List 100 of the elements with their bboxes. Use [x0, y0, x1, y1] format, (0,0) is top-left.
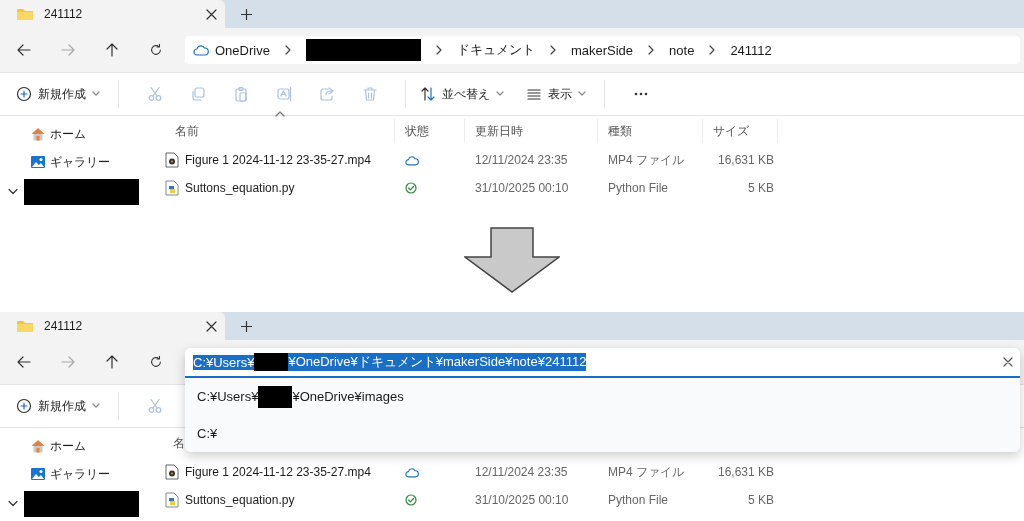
type-text: MP4 ファイル: [608, 464, 684, 479]
chevron-right-icon: [647, 45, 656, 55]
share-icon: [318, 86, 335, 102]
cloud-icon: [405, 154, 419, 166]
chevron-right-icon: [434, 45, 443, 55]
window-tab[interactable]: 241112: [0, 312, 225, 340]
check-circle-icon: [405, 182, 417, 194]
close-icon: [1002, 356, 1014, 368]
folder-icon: [16, 7, 34, 21]
date-text: 31/10/2025 00:10: [475, 493, 569, 507]
redaction-bar: [254, 353, 289, 371]
type-text: Python File: [608, 493, 669, 507]
back-arrow-icon: [16, 354, 32, 370]
clipboard-icon: [232, 86, 249, 102]
video-file-icon: [165, 464, 179, 480]
size-text: 16,631 KB: [717, 153, 774, 167]
trash-icon: [361, 86, 378, 102]
cloud-icon: [193, 44, 209, 56]
type-text: MP4 ファイル: [608, 152, 684, 167]
breadcrumb-item[interactable]: 241112: [730, 42, 772, 58]
forward-arrow-icon: [60, 354, 76, 370]
plus-icon: [240, 8, 252, 20]
check-circle-icon: [405, 494, 417, 506]
plus-icon: [240, 320, 252, 332]
close-icon: [206, 8, 217, 20]
column-header[interactable]: 状態: [395, 119, 465, 143]
cloud-icon: [405, 466, 419, 478]
caret-down-icon: [92, 403, 100, 409]
scissors-icon: [146, 398, 163, 414]
up-arrow-icon: [104, 354, 120, 370]
clear-button[interactable]: [1002, 356, 1014, 368]
date-text: 12/11/2024 23:35: [475, 465, 568, 479]
python-file-icon: [165, 180, 179, 196]
chevron-down-icon: [8, 188, 18, 196]
sidebar-item[interactable]: ホーム: [0, 120, 92, 148]
suggestion-item[interactable]: C:¥Users¥ ¥OneDrive¥images: [197, 385, 404, 408]
new-button[interactable]: 新規作成: [16, 79, 100, 109]
refresh-icon: [149, 43, 163, 57]
list-lines-icon: [526, 86, 542, 102]
chevron-down-icon: [8, 500, 18, 508]
window-tab[interactable]: 241112: [0, 0, 225, 28]
sort-up-icon: [274, 111, 285, 117]
gallery-icon: [30, 466, 46, 482]
copy-icon: [189, 86, 206, 102]
chevron-right-icon: [708, 45, 717, 55]
column-header[interactable]: 名前: [165, 119, 395, 143]
chevron-right-icon: [548, 45, 557, 55]
tab-title: 241112: [44, 7, 84, 21]
python-file-icon: [165, 492, 179, 508]
down-arrow-icon: [464, 227, 560, 293]
sort-icon: [420, 86, 436, 102]
path-text: ¥OneDrive¥ドキュメント¥makerSide¥note¥241112: [288, 353, 587, 371]
rename-icon: [275, 86, 292, 102]
size-text: 5 KB: [748, 493, 774, 507]
date-text: 31/10/2025 00:10: [475, 181, 569, 195]
folder-icon: [16, 319, 34, 333]
address-bar[interactable]: OneDrive ドキュメント makerSide note 241112: [185, 36, 1020, 64]
sidebar-item[interactable]: ギャラリー: [0, 460, 116, 488]
redaction-bar: [258, 385, 293, 408]
plus-circle-icon: [16, 398, 32, 414]
view-button[interactable]: 表示: [526, 79, 586, 109]
sidebar-item[interactable]: ホーム: [0, 432, 92, 460]
house-icon: [30, 438, 46, 454]
back-arrow-icon: [16, 42, 32, 58]
new-button[interactable]: 新規作成: [16, 391, 100, 421]
file-name[interactable]: Suttons_equation.py: [185, 181, 295, 195]
file-name[interactable]: Figure 1 2024-11-12 23-35-27.mp4: [185, 153, 371, 167]
address-field[interactable]: C:¥Users¥ ¥OneDrive¥ドキュメント¥makerSide¥note¥241112: [185, 348, 1020, 378]
forward-arrow-icon: [60, 42, 76, 58]
column-header[interactable]: 更新日時: [465, 119, 598, 143]
close-button[interactable]: [206, 320, 217, 332]
suggestion-item[interactable]: C:¥: [197, 426, 218, 441]
file-name[interactable]: Figure 1 2024-11-12 23-35-27.mp4: [185, 465, 371, 479]
type-text: Python File: [608, 181, 669, 195]
column-header[interactable]: サイズ: [703, 119, 778, 143]
caret-down-icon: [92, 91, 100, 97]
caret-down-icon: [496, 91, 504, 97]
breadcrumb-item[interactable]: makerSide: [570, 42, 634, 58]
sort-button[interactable]: 並べ替え: [420, 79, 504, 109]
refresh-icon: [149, 355, 163, 369]
sidebar-item[interactable]: ギャラリー: [0, 148, 116, 176]
gallery-icon: [30, 154, 46, 170]
size-text: 5 KB: [748, 181, 774, 195]
breadcrumb-item[interactable]: note: [669, 42, 695, 58]
size-text: 16,631 KB: [717, 465, 774, 479]
video-file-icon: [165, 152, 179, 168]
column-header[interactable]: 種類: [598, 119, 703, 143]
tab-title: 241112: [44, 319, 84, 333]
date-text: 12/11/2024 23:35: [475, 153, 568, 167]
column-header[interactable]: 名: [165, 431, 185, 455]
path-text: C:¥Users¥: [193, 354, 255, 370]
plus-circle-icon: [16, 86, 32, 102]
breadcrumb-item[interactable]: ドキュメント: [456, 41, 535, 59]
file-name[interactable]: Suttons_equation.py: [185, 493, 295, 507]
scissors-icon: [146, 86, 163, 102]
close-icon: [206, 320, 217, 332]
house-icon: [30, 126, 46, 142]
breadcrumb-item[interactable]: OneDrive: [193, 42, 270, 58]
close-button[interactable]: [206, 8, 217, 20]
caret-down-icon: [578, 91, 586, 97]
